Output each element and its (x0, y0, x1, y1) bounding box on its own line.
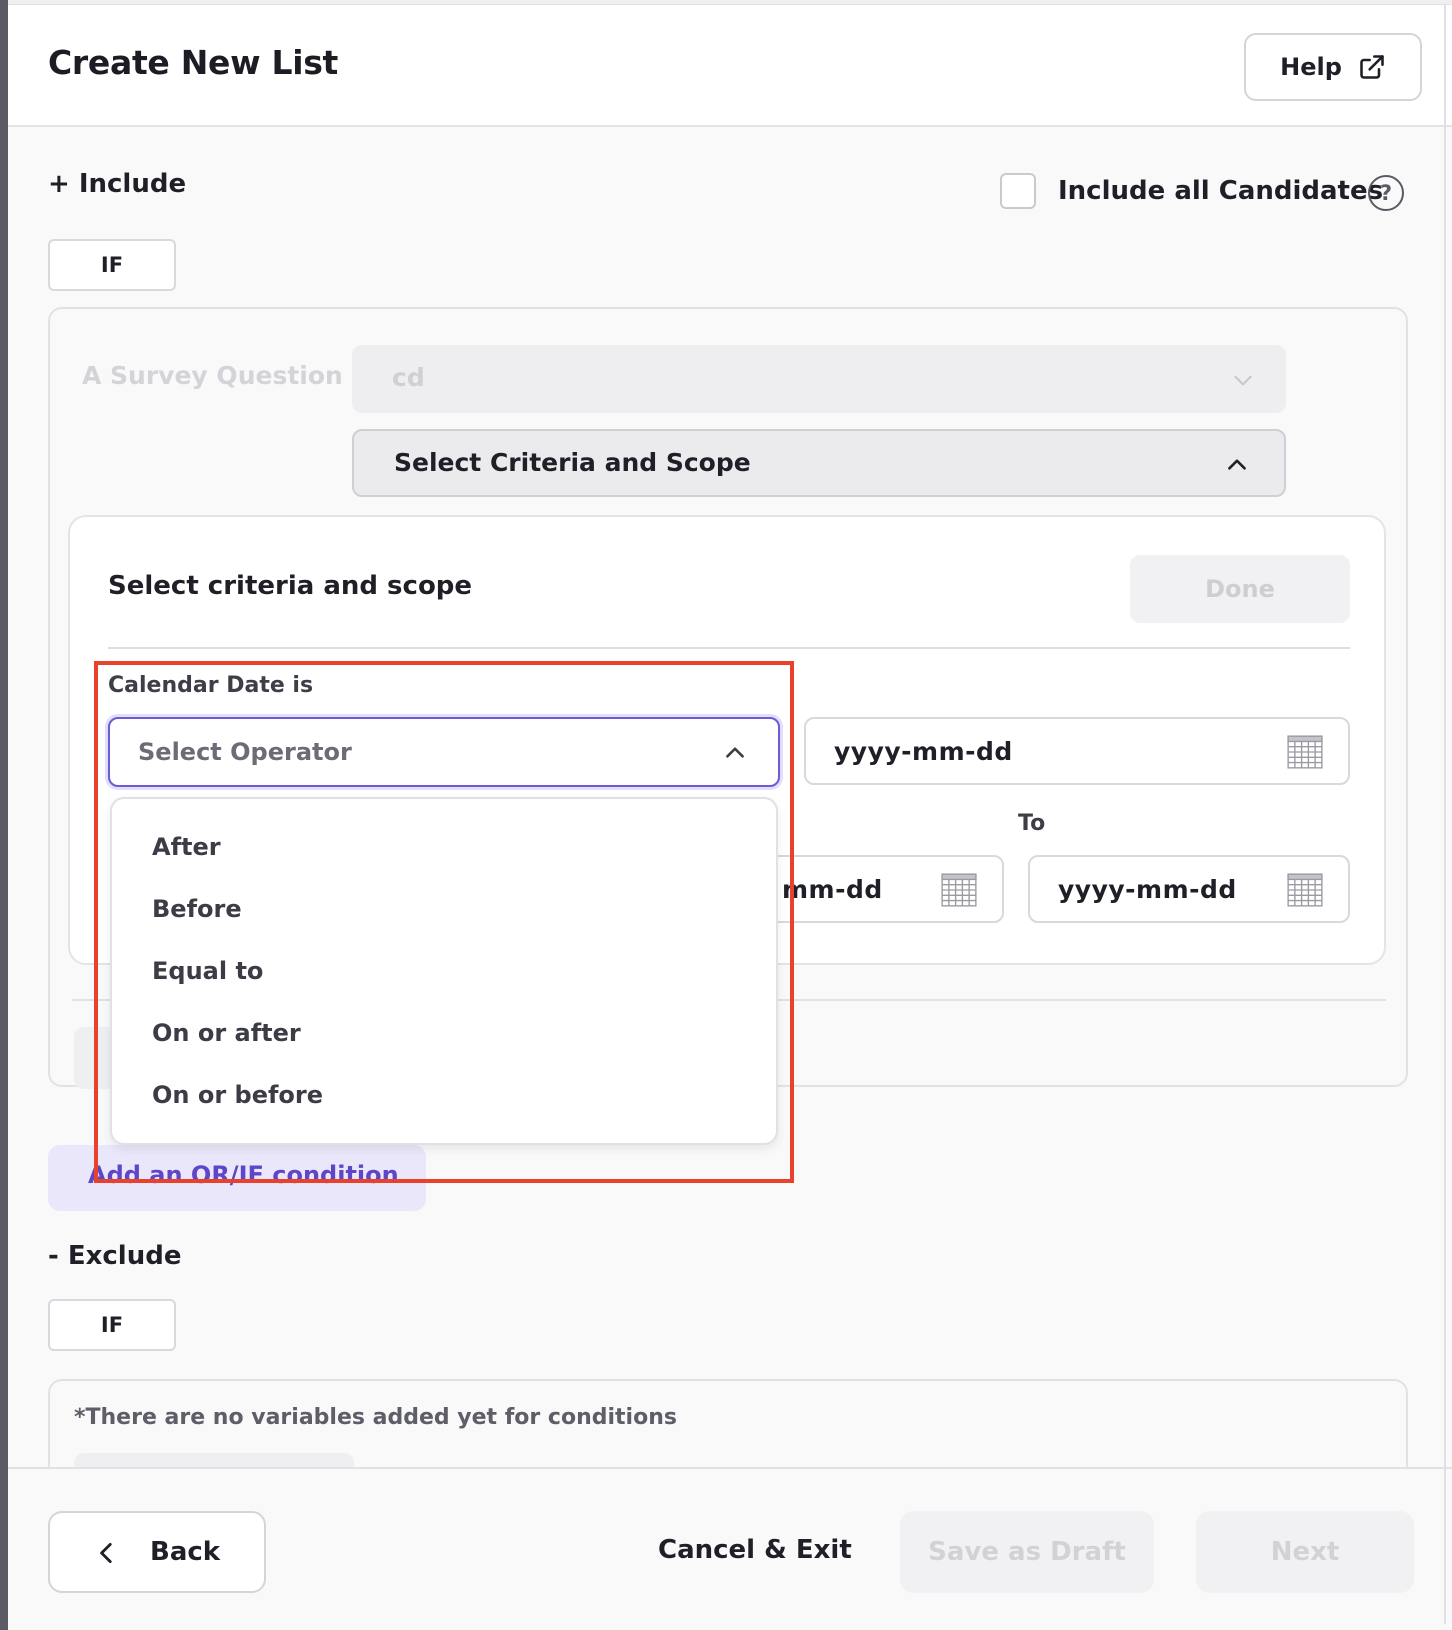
criteria-scope-select[interactable]: Select Criteria and Scope (352, 429, 1286, 497)
include-all-candidates[interactable]: Include all Candidates (1000, 173, 1383, 209)
next-button[interactable]: Next (1196, 1511, 1414, 1593)
exclude-section-label: - Exclude (48, 1241, 182, 1271)
question-circle-icon[interactable]: ? (1368, 175, 1404, 211)
save-as-draft-button[interactable]: Save as Draft (900, 1511, 1154, 1593)
chevron-left-icon (100, 1542, 112, 1564)
date-input[interactable]: yyyy-mm-dd (804, 717, 1350, 785)
chevron-up-icon (726, 747, 744, 758)
include-if-tag: IF (48, 239, 176, 291)
operator-option-after[interactable]: After (152, 833, 221, 861)
include-all-label: Include all Candidates (1058, 176, 1384, 206)
window-left-edge (0, 0, 8, 1630)
survey-question-label: A Survey Question (82, 361, 343, 390)
operator-placeholder: Select Operator (138, 738, 352, 766)
calendar-icon[interactable] (1286, 871, 1324, 909)
survey-question-value: cd (392, 363, 425, 392)
operator-option-on-or-before[interactable]: On or before (152, 1081, 323, 1109)
operator-dropdown-menu: After Before Equal to On or after On or … (110, 797, 778, 1145)
chevron-up-icon (1228, 459, 1246, 470)
operator-option-equal-to[interactable]: Equal to (152, 957, 263, 985)
to-date-placeholder: yyyy-mm-dd (1058, 875, 1237, 904)
help-button[interactable]: Help (1244, 33, 1422, 101)
card-divider (108, 647, 1350, 649)
external-link-icon (1360, 55, 1384, 79)
cancel-exit-button[interactable]: Cancel & Exit (658, 1535, 852, 1565)
date-input-placeholder: yyyy-mm-dd (834, 737, 1013, 766)
chevron-down-icon (1234, 375, 1252, 386)
back-button[interactable]: Back (48, 1511, 266, 1593)
panel-right-edge (1444, 4, 1446, 1624)
panel-header: Create New List Help (8, 5, 1452, 127)
operator-select[interactable]: Select Operator (108, 717, 780, 787)
calendar-icon[interactable] (1286, 733, 1324, 771)
to-date-input[interactable]: yyyy-mm-dd (1028, 855, 1350, 923)
help-button-label: Help (1280, 53, 1342, 81)
create-list-panel: Create New List Help + Include Include a… (8, 4, 1452, 1630)
calendar-icon[interactable] (940, 871, 978, 909)
survey-question-select[interactable]: cd (352, 345, 1286, 413)
criteria-card-title: Select criteria and scope (108, 571, 473, 601)
add-or-if-condition-button[interactable]: Add an OR/IF condition (48, 1145, 426, 1211)
add-condition-label: Add an OR/IF condition (88, 1161, 399, 1189)
calendar-date-label: Calendar Date is (108, 673, 314, 698)
back-button-label: Back (150, 1537, 221, 1567)
page-title: Create New List (48, 43, 339, 82)
operator-option-before[interactable]: Before (152, 895, 242, 923)
operator-option-on-or-after[interactable]: On or after (152, 1019, 301, 1047)
criteria-scope-select-label: Select Criteria and Scope (394, 448, 751, 477)
to-label: To (1018, 811, 1046, 836)
exclude-if-tag: IF (48, 1299, 176, 1351)
from-date-placeholder: mm-dd (782, 875, 883, 904)
include-all-checkbox[interactable] (1000, 173, 1036, 209)
no-variables-message: *There are no variables added yet for co… (74, 1405, 677, 1430)
include-section-label: + Include (48, 169, 187, 199)
done-button[interactable]: Done (1130, 555, 1350, 623)
